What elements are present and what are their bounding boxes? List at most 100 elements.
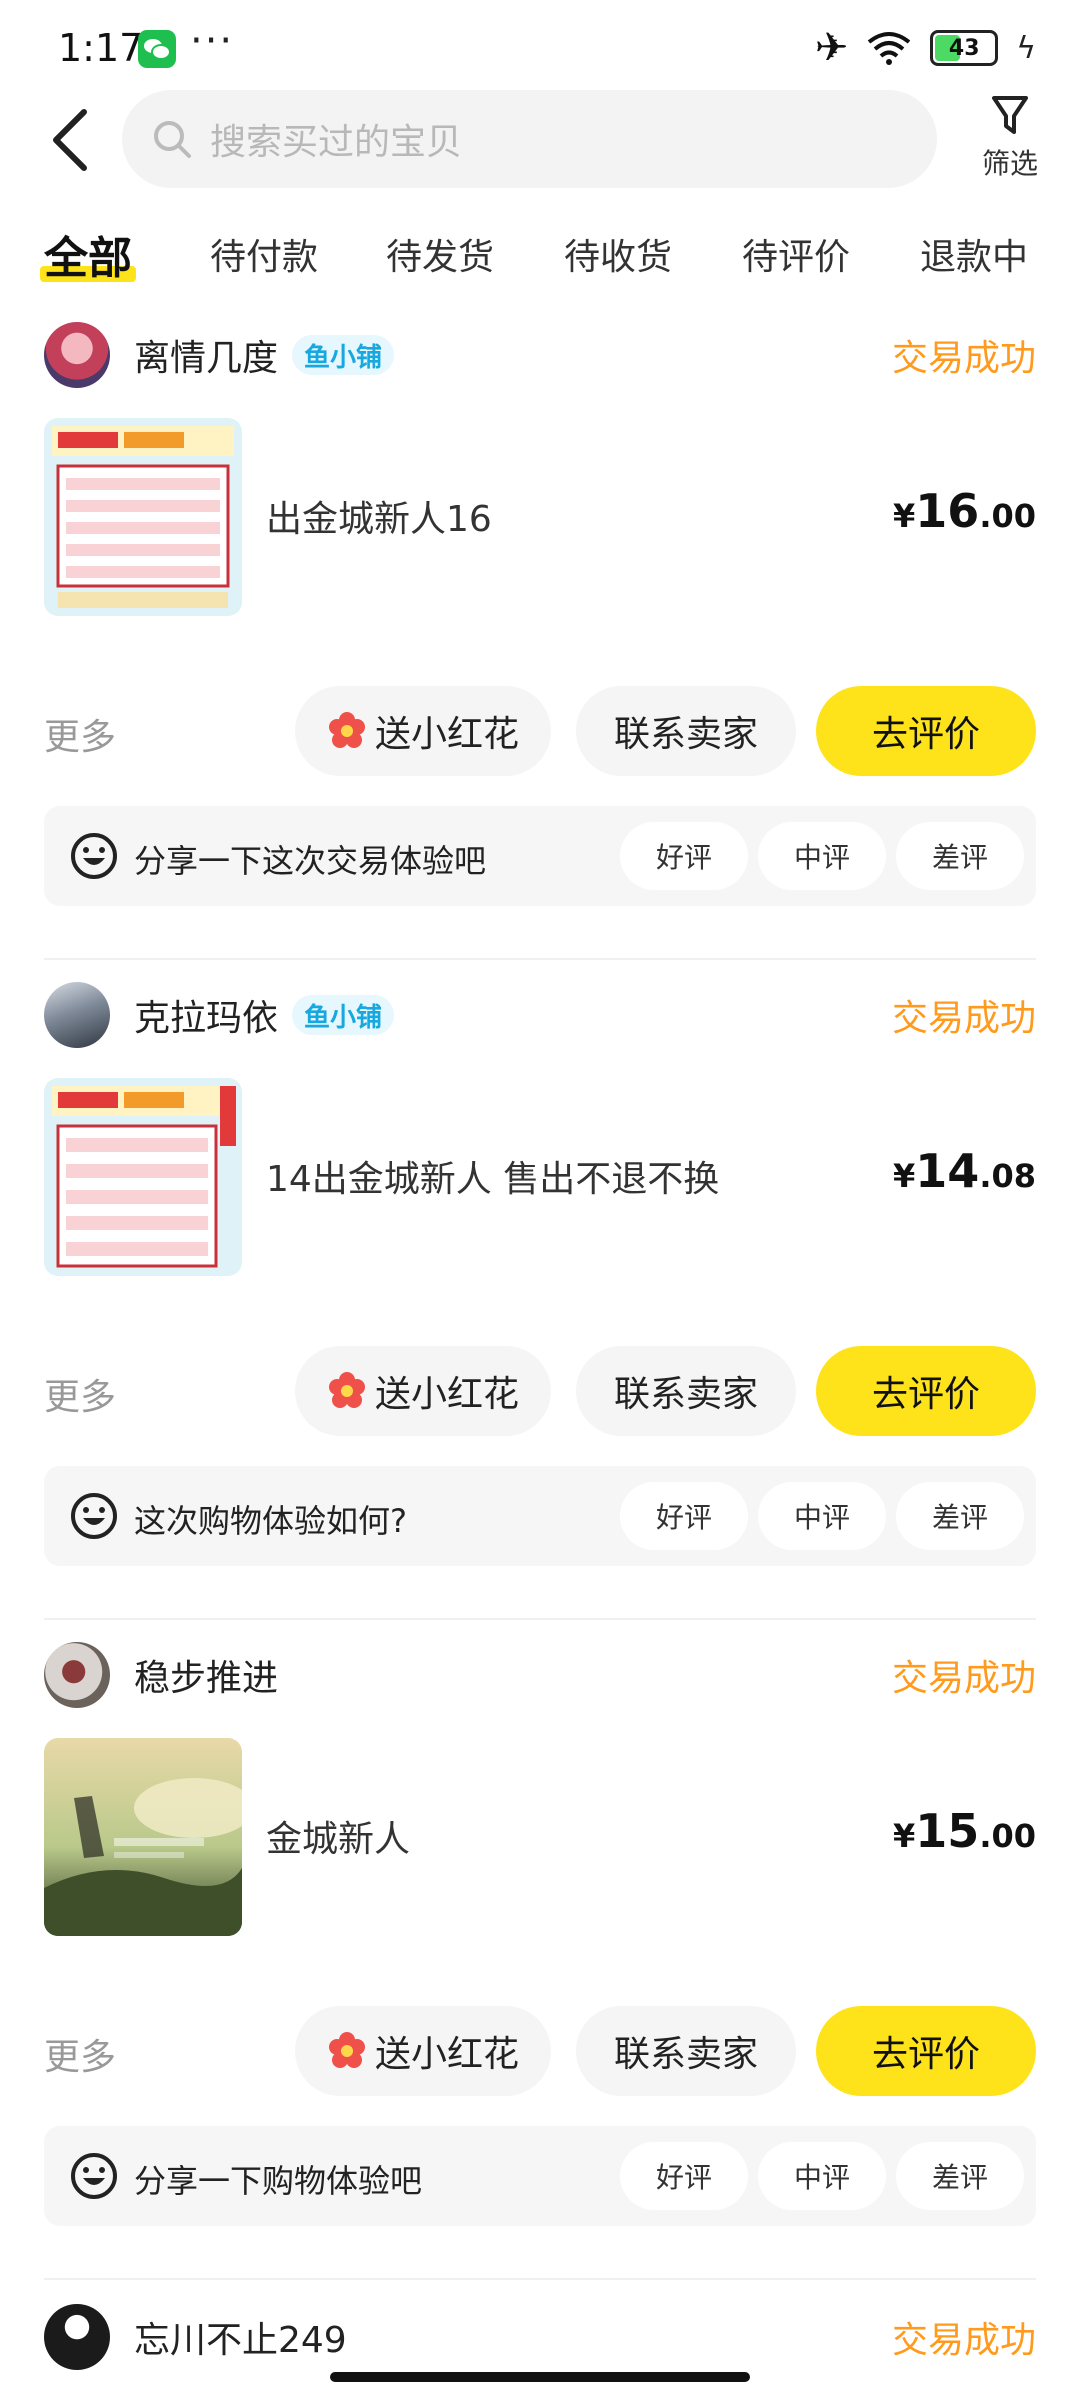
- order-status: 交易成功: [891, 1658, 1036, 1699]
- neutral-review-button[interactable]: 中评: [758, 1482, 886, 1550]
- send-flower-button[interactable]: 送小红花: [295, 686, 551, 776]
- order-actions: 更多 送小红花 联系卖家 去评价: [44, 1346, 1036, 1436]
- order-actions: 更多 送小红花 联系卖家 去评价: [44, 686, 1036, 776]
- feedback-bar: 分享一下这次交易体验吧 好评 中评 差评: [44, 806, 1036, 906]
- more-notifications-icon: ···: [190, 18, 235, 64]
- search-icon: [154, 121, 191, 158]
- home-indicator[interactable]: [330, 2372, 750, 2382]
- tab-all[interactable]: 全部: [40, 222, 136, 286]
- neutral-review-button[interactable]: 中评: [758, 2142, 886, 2210]
- feedback-bar: 这次购物体验如何? 好评 中评 差评: [44, 1466, 1036, 1566]
- filter-icon: [992, 96, 1028, 134]
- seller-name[interactable]: 忘川不止249: [134, 2311, 347, 2363]
- product-thumbnail[interactable]: [44, 418, 242, 616]
- flower-icon: [328, 712, 365, 748]
- back-arrow-icon[interactable]: [46, 106, 94, 174]
- tab-pending-review[interactable]: 待评价: [742, 228, 850, 280]
- price-integer: 14: [915, 1144, 980, 1198]
- seller-row[interactable]: 稳步推进 交易成功: [44, 1642, 1036, 1708]
- product-title[interactable]: 出金城新人16: [266, 490, 492, 542]
- product-price: ¥14.08: [893, 1144, 1036, 1198]
- tab-pending-shipment[interactable]: 待发货: [386, 228, 494, 280]
- price-decimal: .08: [979, 1157, 1036, 1195]
- send-flower-label: 送小红花: [374, 714, 519, 755]
- wifi-icon: [867, 32, 911, 65]
- feedback-bar: 分享一下购物体验吧 好评 中评 差评: [44, 2126, 1036, 2226]
- charging-icon: ϟ: [1016, 30, 1036, 66]
- battery-icon: 43: [930, 30, 999, 66]
- contact-seller-button[interactable]: 联系卖家: [576, 686, 796, 776]
- order-card[interactable]: 稳步推进 交易成功 金城新人 ¥15.00 更多 送小红花 联系卖家 去评价 分…: [0, 1642, 1080, 2302]
- order-status: 交易成功: [891, 998, 1036, 1039]
- filter-label: 筛选: [981, 147, 1038, 180]
- product-price: ¥16.00: [893, 484, 1036, 538]
- good-review-button[interactable]: 好评: [620, 2142, 748, 2210]
- send-flower-button[interactable]: 送小红花: [295, 2006, 551, 2096]
- tab-pending-payment[interactable]: 待付款: [210, 228, 318, 280]
- price-currency: ¥: [893, 1817, 916, 1855]
- good-review-button[interactable]: 好评: [620, 822, 748, 890]
- smile-face-icon: [71, 2153, 117, 2199]
- review-button[interactable]: 去评价: [816, 2006, 1036, 2096]
- seller-name[interactable]: 稳步推进: [134, 1649, 278, 1701]
- avatar[interactable]: [44, 1642, 110, 1708]
- price-decimal: .00: [979, 497, 1036, 535]
- order-card[interactable]: 克拉玛依 鱼小铺 交易成功 14出金城新人 售出不退不换 ¥14.08 更多 送…: [0, 982, 1080, 1642]
- wechat-icon: [138, 30, 176, 68]
- tab-refunding[interactable]: 退款中: [920, 228, 1028, 280]
- product-thumbnail[interactable]: [44, 1738, 242, 1936]
- bad-review-button[interactable]: 差评: [896, 822, 1024, 890]
- product-price: ¥15.00: [893, 1804, 1036, 1858]
- airplane-mode-icon: ✈: [814, 25, 849, 71]
- order-card[interactable]: 忘川不止249 交易成功: [0, 2304, 1080, 2370]
- avatar[interactable]: [44, 322, 110, 388]
- order-tabs: 全部 待付款 待发货 待收货 待评价 退款中: [0, 222, 1080, 292]
- good-review-button[interactable]: 好评: [620, 1482, 748, 1550]
- seller-row[interactable]: 忘川不止249 交易成功: [44, 2304, 1036, 2370]
- price-integer: 16: [915, 484, 980, 538]
- smile-face-icon: [71, 833, 117, 879]
- price-decimal: .00: [979, 1817, 1036, 1855]
- battery-level: 43: [948, 35, 980, 61]
- price-integer: 15: [915, 1804, 980, 1858]
- product-title[interactable]: 14出金城新人 售出不退不换: [266, 1150, 719, 1202]
- bad-review-button[interactable]: 差评: [896, 2142, 1024, 2210]
- status-time: 1:17: [58, 26, 144, 70]
- filter-button[interactable]: 筛选: [968, 94, 1052, 182]
- price-currency: ¥: [893, 497, 916, 535]
- feedback-prompt: 分享一下这次交易体验吧: [134, 842, 487, 880]
- order-actions: 更多 送小红花 联系卖家 去评价: [44, 2006, 1036, 2096]
- flower-icon: [328, 2032, 365, 2068]
- product-title[interactable]: 金城新人: [266, 1810, 410, 1862]
- review-button[interactable]: 去评价: [816, 1346, 1036, 1436]
- price-currency: ¥: [893, 1157, 916, 1195]
- search-input[interactable]: 搜索买过的宝贝: [122, 90, 937, 188]
- more-button[interactable]: 更多: [44, 1368, 116, 1420]
- tab-pending-receipt[interactable]: 待收货: [564, 228, 672, 280]
- smile-face-icon: [71, 1493, 117, 1539]
- seller-name[interactable]: 离情几度: [134, 329, 278, 381]
- contact-seller-button[interactable]: 联系卖家: [576, 2006, 796, 2096]
- divider: [44, 2278, 1036, 2280]
- shop-badge: 鱼小铺: [292, 335, 395, 375]
- avatar[interactable]: [44, 2304, 110, 2370]
- product-thumbnail[interactable]: [44, 1078, 242, 1276]
- search-placeholder: 搜索买过的宝贝: [210, 122, 463, 163]
- seller-row[interactable]: 克拉玛依 鱼小铺 交易成功: [44, 982, 1036, 1048]
- order-status: 交易成功: [891, 2320, 1036, 2361]
- order-card[interactable]: 离情几度 鱼小铺 交易成功 出金城新人16 ¥16.00 更多 送小红花 联系卖…: [0, 322, 1080, 982]
- more-button[interactable]: 更多: [44, 2028, 116, 2080]
- avatar[interactable]: [44, 982, 110, 1048]
- send-flower-label: 送小红花: [374, 1374, 519, 1415]
- review-button[interactable]: 去评价: [816, 686, 1036, 776]
- contact-seller-button[interactable]: 联系卖家: [576, 1346, 796, 1436]
- divider: [44, 958, 1036, 960]
- send-flower-button[interactable]: 送小红花: [295, 1346, 551, 1436]
- bad-review-button[interactable]: 差评: [896, 1482, 1024, 1550]
- more-button[interactable]: 更多: [44, 708, 116, 760]
- neutral-review-button[interactable]: 中评: [758, 822, 886, 890]
- seller-row[interactable]: 离情几度 鱼小铺 交易成功: [44, 322, 1036, 388]
- seller-name[interactable]: 克拉玛依: [134, 989, 278, 1041]
- order-status: 交易成功: [891, 338, 1036, 379]
- divider: [44, 1618, 1036, 1620]
